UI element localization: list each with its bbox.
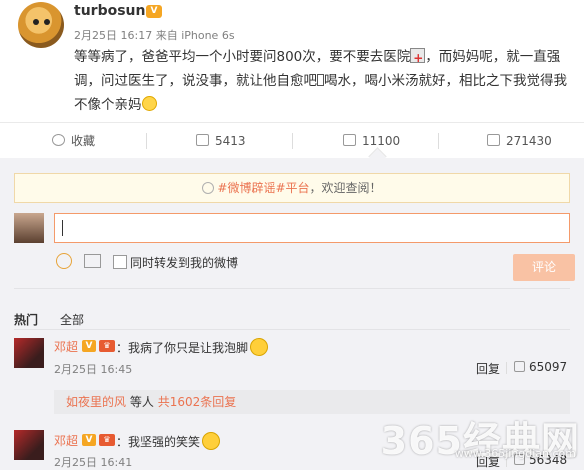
repost-count: 5413 (215, 134, 246, 148)
comment-like-count: 65097 (529, 360, 568, 374)
current-user-avatar[interactable] (14, 213, 44, 243)
reply-button[interactable]: 回复 (476, 360, 500, 377)
comment-text-body: ：我坚强的笑笑 (116, 435, 201, 449)
comment-input[interactable] (54, 213, 570, 243)
divider (438, 133, 439, 149)
comment-text: ：我坚强的笑笑 (116, 432, 221, 450)
thumbs-up-icon (487, 134, 500, 146)
comment-time: 2月25日 16:45 (54, 363, 133, 376)
notice-suffix: ，欢迎查阅！ (309, 181, 382, 195)
rumor-topic-link[interactable]: #微博辟谣#平台 (217, 181, 309, 195)
repost-icon (196, 134, 209, 146)
image-upload-icon[interactable] (84, 254, 101, 268)
cat-emoji-icon (250, 338, 269, 356)
tab-hot[interactable]: 热门 (14, 311, 38, 328)
commenter-avatar[interactable] (14, 430, 44, 460)
commenter-name[interactable]: 邓超 (54, 432, 78, 449)
comment-like-button[interactable]: 65097 (514, 360, 567, 374)
hospital-emoji-icon (410, 46, 426, 70)
repost-checkbox-label[interactable]: 同时转发到我的微博 (130, 254, 238, 271)
site-watermark-url: www.365jingdian.com (454, 447, 576, 460)
sigh-face-emoji-icon (141, 96, 157, 111)
star-icon (52, 134, 65, 146)
post-action-bar: 收藏 5413 11100 271430 (0, 122, 584, 160)
comment-panel: #微博辟谣#平台，欢迎查阅！ 同时转发到我的微博 评论 热门 全部 邓超 V ♛… (0, 158, 584, 470)
like-count: 271430 (506, 134, 552, 148)
comment-text-body: ：我病了你只是让我泡脚 (116, 341, 249, 355)
missing-glyph-icon (317, 74, 324, 86)
weibo-post: turbosun V 2月25日 16:17 来自 iPhone 6s 等等病了… (0, 0, 584, 120)
member-badge-icon[interactable]: ♛ (99, 434, 115, 446)
emoji-picker-icon[interactable] (56, 253, 72, 269)
vip-badge-icon[interactable]: V (146, 5, 162, 18)
divider (14, 329, 570, 330)
avatar-eye-left (33, 19, 39, 25)
tab-all[interactable]: 全部 (60, 311, 84, 328)
sub-reply-middle: 等人 (129, 395, 154, 409)
comment-time: 2月25日 16:41 (54, 456, 133, 469)
thumbs-up-icon (514, 361, 525, 372)
post-meta: 2月25日 16:17 来自 iPhone 6s (74, 27, 235, 43)
divider (292, 133, 293, 149)
info-icon (202, 182, 215, 194)
post-source: 来自 iPhone 6s (155, 29, 235, 42)
post-text: 等等病了，爸爸平均一个小时要问800次，要不要去医院，而妈妈呢，就一直强调，问过… (74, 45, 574, 117)
favorite-button[interactable]: 收藏 (52, 123, 95, 159)
comment-text: ：我病了你只是让我泡脚 (116, 338, 269, 356)
author-avatar[interactable] (18, 2, 64, 48)
commenter-avatar[interactable] (14, 338, 44, 368)
verified-badge-icon[interactable]: V (82, 434, 96, 446)
submit-comment-button[interactable]: 评论 (513, 254, 575, 281)
divider (146, 133, 147, 149)
verified-badge-icon[interactable]: V (82, 340, 96, 352)
commenter-name[interactable]: 邓超 (54, 338, 78, 355)
comment-count: 11100 (362, 134, 401, 148)
like-button[interactable]: 271430 (487, 123, 552, 159)
cat-emoji-icon (202, 432, 221, 450)
text-caret (62, 220, 63, 236)
post-time[interactable]: 2月25日 16:17 (74, 29, 152, 42)
member-badge-icon[interactable]: ♛ (99, 340, 115, 352)
divider (506, 362, 507, 374)
rumor-notice-banner: #微博辟谣#平台，欢迎查阅！ (14, 173, 570, 203)
divider (14, 288, 570, 289)
repost-checkbox[interactable] (113, 255, 127, 269)
avatar-eye-right (44, 19, 50, 25)
comment-icon (343, 134, 356, 146)
author-name[interactable]: turbosun (74, 3, 145, 19)
sub-reply-user[interactable]: 如夜里的风 (66, 395, 126, 409)
post-text-part1: 等等病了，爸爸平均一个小时要问800次，要不要去医院 (74, 49, 411, 65)
sub-reply-total-link[interactable]: 共1602条回复 (158, 395, 237, 409)
repost-button[interactable]: 5413 (196, 123, 246, 159)
favorite-label: 收藏 (71, 134, 96, 148)
